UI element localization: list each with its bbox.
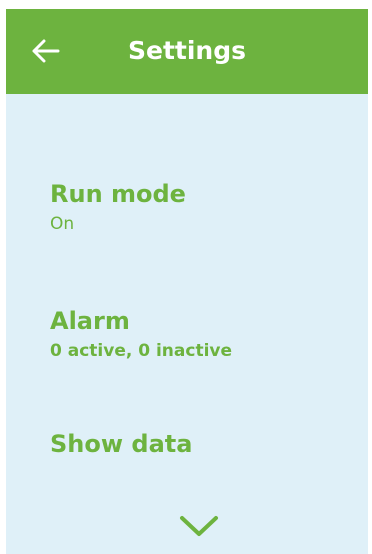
- menu-item-alarm[interactable]: Alarm 0 active, 0 inactive: [50, 306, 350, 362]
- menu-item-label: Alarm: [50, 307, 130, 335]
- menu-item-value: On: [50, 214, 75, 234]
- menu-item-run-mode[interactable]: Run mode On: [50, 179, 350, 235]
- chevron-down-icon: [180, 516, 218, 536]
- menu-item-value: 0 active, 0 inactive: [50, 341, 233, 361]
- header-bar: Settings: [6, 9, 368, 94]
- arrow-left-icon: [32, 39, 60, 63]
- menu-item-show-data[interactable]: Show data: [50, 429, 350, 459]
- menu-item-label: Run mode: [50, 180, 186, 208]
- back-button[interactable]: [26, 33, 66, 69]
- menu-item-label: Show data: [50, 430, 193, 458]
- settings-screen: Settings Run mode On Alarm 0 active, 0 i…: [6, 9, 368, 554]
- page-title: Settings: [128, 36, 247, 65]
- scroll-down-button[interactable]: [178, 514, 220, 538]
